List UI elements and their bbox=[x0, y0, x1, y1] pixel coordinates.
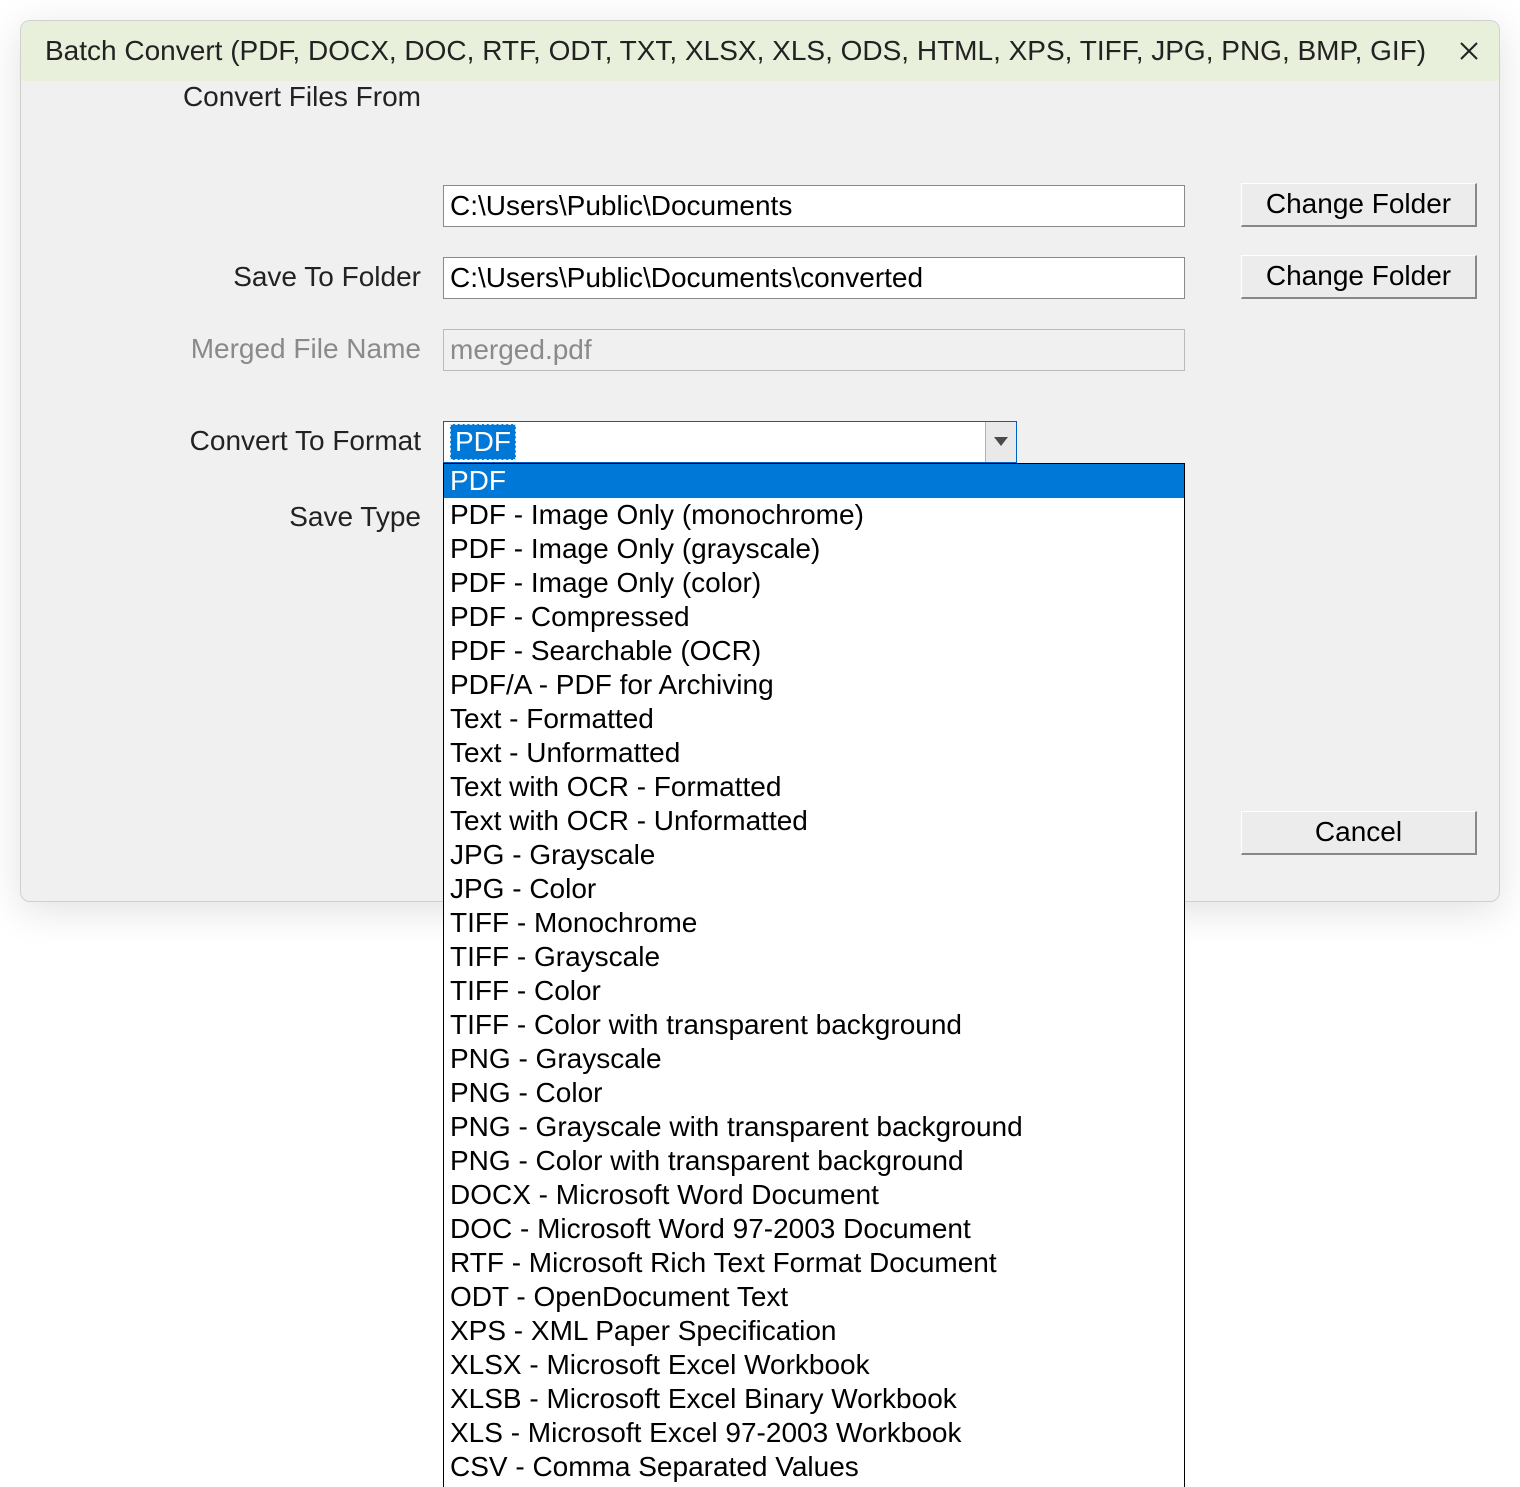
format-option[interactable]: TIFF - Grayscale bbox=[444, 940, 1184, 974]
format-option[interactable]: XLSB - Microsoft Excel Binary Workbook bbox=[444, 1382, 1184, 1416]
format-option[interactable]: PDF - Image Only (monochrome) bbox=[444, 498, 1184, 532]
format-option[interactable]: TIFF - Color bbox=[444, 974, 1184, 1008]
format-option[interactable]: ODT - OpenDocument Text bbox=[444, 1280, 1184, 1314]
dialog-title: Batch Convert (PDF, DOCX, DOC, RTF, ODT,… bbox=[45, 35, 1439, 67]
label-convert-format: Convert To Format bbox=[21, 425, 421, 457]
format-option[interactable]: XPS - XML Paper Specification bbox=[444, 1314, 1184, 1348]
format-option[interactable]: RTF - Microsoft Rich Text Format Documen… bbox=[444, 1246, 1184, 1280]
format-option[interactable]: PDF - Image Only (color) bbox=[444, 566, 1184, 600]
combo-arrow-button[interactable] bbox=[985, 422, 1016, 462]
format-option[interactable]: XLSX - Microsoft Excel Workbook bbox=[444, 1348, 1184, 1382]
label-merged-name: Merged File Name bbox=[21, 333, 421, 365]
format-option[interactable]: PDF - Image Only (grayscale) bbox=[444, 532, 1184, 566]
combo-selected-wrap: PDF bbox=[444, 422, 985, 462]
label-convert-from: Convert Files From bbox=[21, 81, 421, 113]
chevron-down-icon bbox=[994, 437, 1008, 447]
cancel-button[interactable]: Cancel bbox=[1241, 811, 1477, 855]
change-folder-from-button[interactable]: Change Folder bbox=[1241, 183, 1477, 227]
change-folder-to-button[interactable]: Change Folder bbox=[1241, 255, 1477, 299]
convert-format-combobox[interactable]: PDF bbox=[443, 421, 1017, 463]
format-option[interactable]: PDF/A - PDF for Archiving bbox=[444, 668, 1184, 702]
format-option[interactable]: TIFF - Monochrome bbox=[444, 906, 1184, 940]
close-button[interactable] bbox=[1439, 21, 1499, 81]
format-option[interactable]: TIFF - Color with transparent background bbox=[444, 1008, 1184, 1042]
format-option[interactable]: Text - Unformatted bbox=[444, 736, 1184, 770]
format-option[interactable]: Text - Formatted bbox=[444, 702, 1184, 736]
format-option[interactable]: JPG - Color bbox=[444, 872, 1184, 906]
label-save-to: Save To Folder bbox=[21, 261, 421, 293]
convert-from-input[interactable]: C:\Users\Public\Documents bbox=[443, 185, 1185, 227]
format-option[interactable]: PNG - Color with transparent background bbox=[444, 1144, 1184, 1178]
format-option[interactable]: PDF - Searchable (OCR) bbox=[444, 634, 1184, 668]
format-option[interactable]: PNG - Grayscale with transparent backgro… bbox=[444, 1110, 1184, 1144]
batch-convert-dialog: Batch Convert (PDF, DOCX, DOC, RTF, ODT,… bbox=[20, 20, 1500, 902]
merged-name-input: merged.pdf bbox=[443, 329, 1185, 371]
format-option[interactable]: PDF bbox=[444, 464, 1184, 498]
combo-selected-value: PDF bbox=[450, 424, 516, 460]
format-option[interactable]: XLS - Microsoft Excel 97-2003 Workbook bbox=[444, 1416, 1184, 1450]
titlebar: Batch Convert (PDF, DOCX, DOC, RTF, ODT,… bbox=[21, 21, 1499, 81]
format-option[interactable]: Text with OCR - Unformatted bbox=[444, 804, 1184, 838]
format-option[interactable]: DOCX - Microsoft Word Document bbox=[444, 1178, 1184, 1212]
close-icon bbox=[1459, 41, 1479, 61]
format-option[interactable]: PDF - Compressed bbox=[444, 600, 1184, 634]
convert-format-dropdown[interactable]: PDFPDF - Image Only (monochrome)PDF - Im… bbox=[443, 463, 1185, 1487]
format-option[interactable]: DOC - Microsoft Word 97-2003 Document bbox=[444, 1212, 1184, 1246]
format-option[interactable]: PNG - Color bbox=[444, 1076, 1184, 1110]
format-option[interactable]: JPG - Grayscale bbox=[444, 838, 1184, 872]
dialog-body: Convert Files From C:\Users\Public\Docum… bbox=[21, 81, 1499, 901]
format-option[interactable]: Text with OCR - Formatted bbox=[444, 770, 1184, 804]
label-save-type: Save Type bbox=[21, 501, 421, 533]
format-option[interactable]: CSV - Comma Separated Values bbox=[444, 1450, 1184, 1484]
save-to-input[interactable]: C:\Users\Public\Documents\converted bbox=[443, 257, 1185, 299]
format-option[interactable]: PNG - Grayscale bbox=[444, 1042, 1184, 1076]
